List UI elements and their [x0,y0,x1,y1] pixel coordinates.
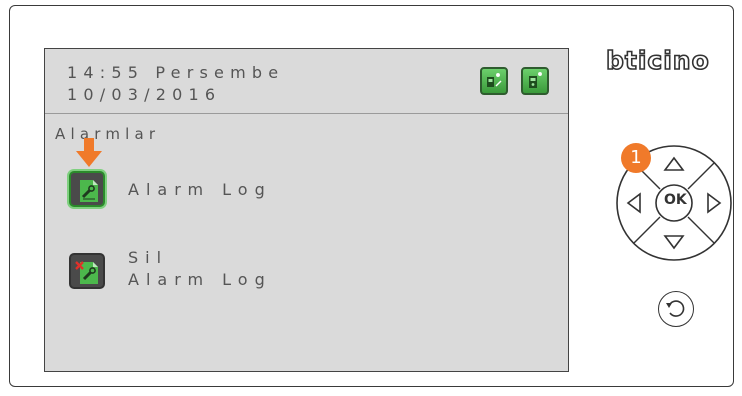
back-button[interactable] [658,291,694,327]
pointer-arrow-icon [76,138,102,167]
callout-badge: 1 [621,143,651,173]
right-arrow-button[interactable] [706,192,722,214]
up-arrow-button[interactable] [663,156,685,172]
alarm-log-icon[interactable] [69,171,105,207]
date-label: 10/03/2016 [67,85,222,104]
time-day-label: 14:55 Persembe [67,63,285,82]
left-arrow-button[interactable] [626,192,642,214]
section-title: Alarmlar [55,125,161,143]
display-screen: 14:55 Persembe 10/03/2016 Alarmlar Alarm… [44,48,569,372]
ok-button[interactable]: OK [664,192,687,208]
menu-item-label-line2: Alarm Log [128,270,272,289]
intercom-status-icon [480,67,508,95]
delete-alarm-log-icon[interactable] [69,253,105,289]
down-arrow-button[interactable] [663,234,685,250]
back-icon [666,300,685,317]
screen-header: 14:55 Persembe 10/03/2016 [45,49,568,114]
menu-item-label: Alarm Log [128,180,272,199]
brand-logo: bticino [605,45,710,76]
device-panel: 14:55 Persembe 10/03/2016 Alarmlar Alarm… [9,5,734,387]
intercom-lit-status-icon [521,67,549,95]
menu-item-label-line1: Sil [128,248,169,267]
